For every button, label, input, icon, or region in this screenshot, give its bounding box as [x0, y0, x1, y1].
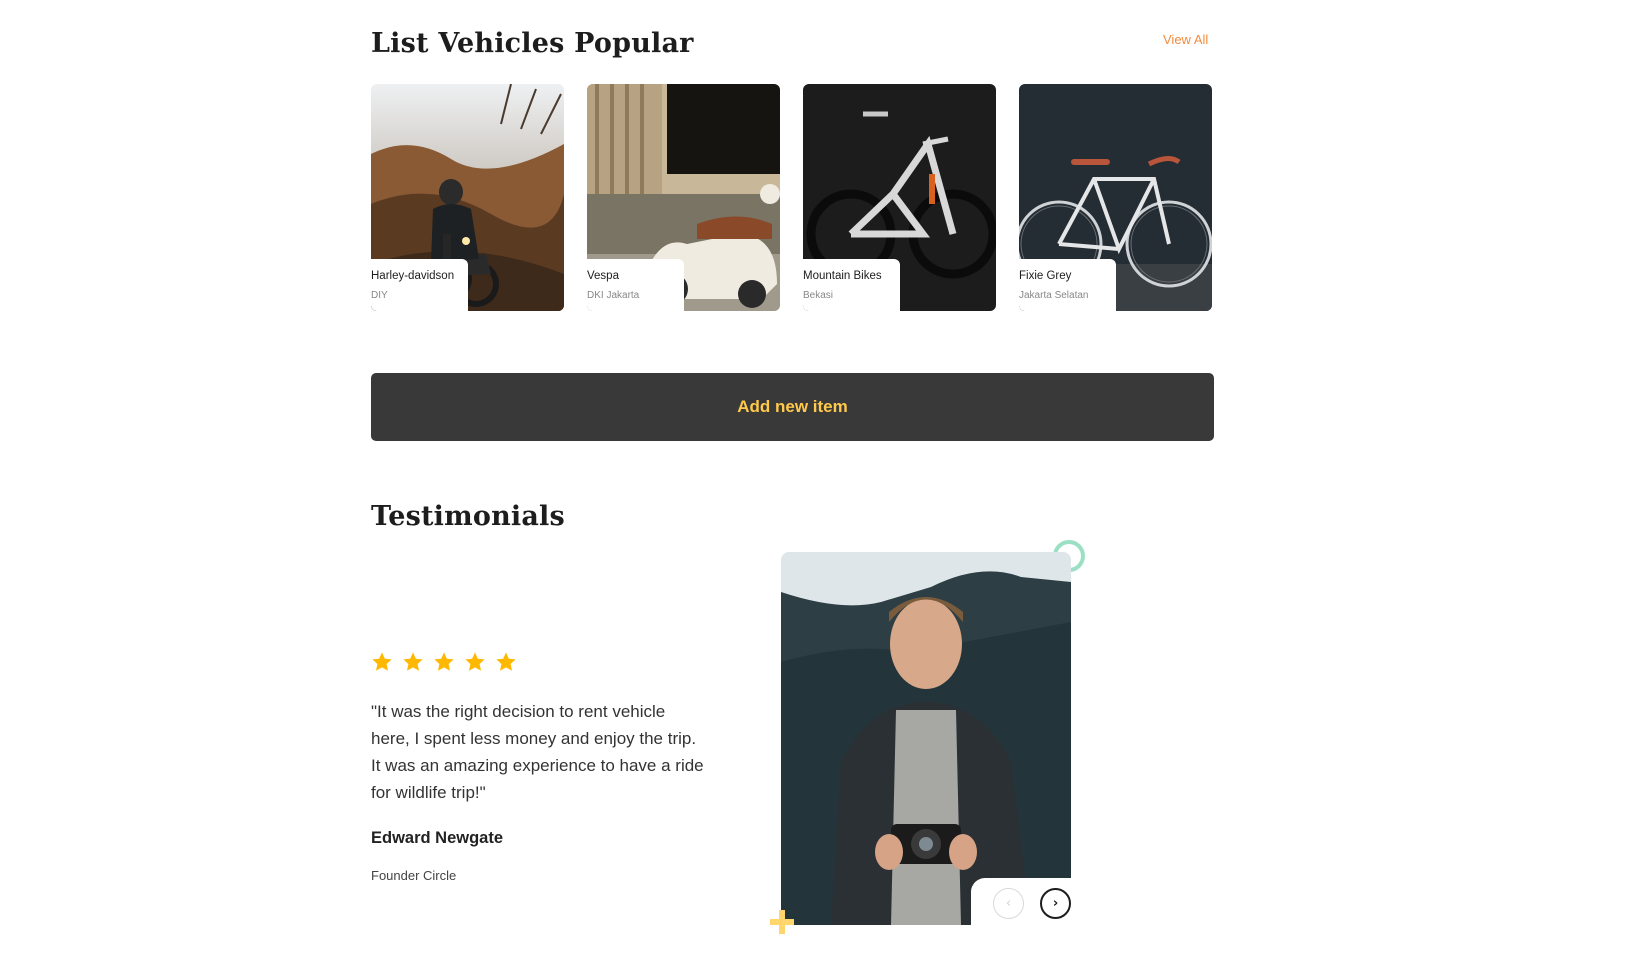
- vehicle-label: Harley-davidson DIY: [371, 259, 468, 311]
- vehicle-location: DKI Jakarta: [587, 290, 640, 301]
- testimonial-portrait: [781, 552, 1071, 925]
- next-testimonial-button[interactable]: ›: [1040, 887, 1071, 919]
- vehicle-name: Harley-davidson: [371, 270, 455, 282]
- star-icon: [465, 652, 485, 671]
- star-icon: [403, 652, 423, 671]
- vehicle-card-list: Harley-davidson DIY Vespa DKI Jakarta Mo…: [371, 84, 1214, 314]
- rating-stars: [371, 651, 517, 673]
- add-new-item-button[interactable]: Add new item: [371, 373, 1214, 441]
- vehicle-location: DIY: [371, 290, 388, 301]
- view-all-link[interactable]: View All: [1163, 32, 1208, 47]
- chevron-left-icon: ‹: [1005, 895, 1012, 911]
- star-icon: [372, 652, 392, 671]
- vehicle-location: Jakarta Selatan: [1019, 290, 1089, 301]
- vehicle-name: Mountain Bikes: [803, 270, 882, 282]
- testimonial-author: Edward Newgate: [371, 829, 504, 847]
- star-icon: [496, 652, 516, 671]
- testimonial-portrait-container: [781, 552, 1071, 925]
- vehicle-location: Bekasi: [803, 290, 834, 301]
- vehicle-card-mountain-bike[interactable]: Mountain Bikes Bekasi: [803, 84, 996, 311]
- popular-vehicles-title: List Vehicles Popular: [371, 28, 694, 59]
- vehicle-label: Vespa DKI Jakarta: [587, 259, 684, 311]
- vehicle-name: Fixie Grey: [1019, 270, 1072, 282]
- decorative-plus-icon: [770, 910, 794, 934]
- testimonial-role: Founder Circle: [371, 868, 457, 883]
- star-icon: [434, 652, 454, 671]
- previous-testimonial-button[interactable]: ‹: [993, 887, 1024, 919]
- vehicle-label: Fixie Grey Jakarta Selatan: [1019, 259, 1116, 311]
- testimonials-title: Testimonials: [371, 501, 565, 532]
- chevron-right-icon: ›: [1052, 895, 1059, 911]
- vehicle-card-vespa[interactable]: Vespa DKI Jakarta: [587, 84, 780, 311]
- vehicle-card-fixie[interactable]: Fixie Grey Jakarta Selatan: [1019, 84, 1212, 311]
- vehicle-name: Vespa: [587, 270, 619, 282]
- testimonial-nav: ‹ ›: [971, 878, 1076, 928]
- vehicle-card-harley[interactable]: Harley-davidson DIY: [371, 84, 564, 311]
- vehicle-label: Mountain Bikes Bekasi: [803, 259, 900, 311]
- testimonial-quote: "It was the right decision to rent vehic…: [371, 702, 704, 802]
